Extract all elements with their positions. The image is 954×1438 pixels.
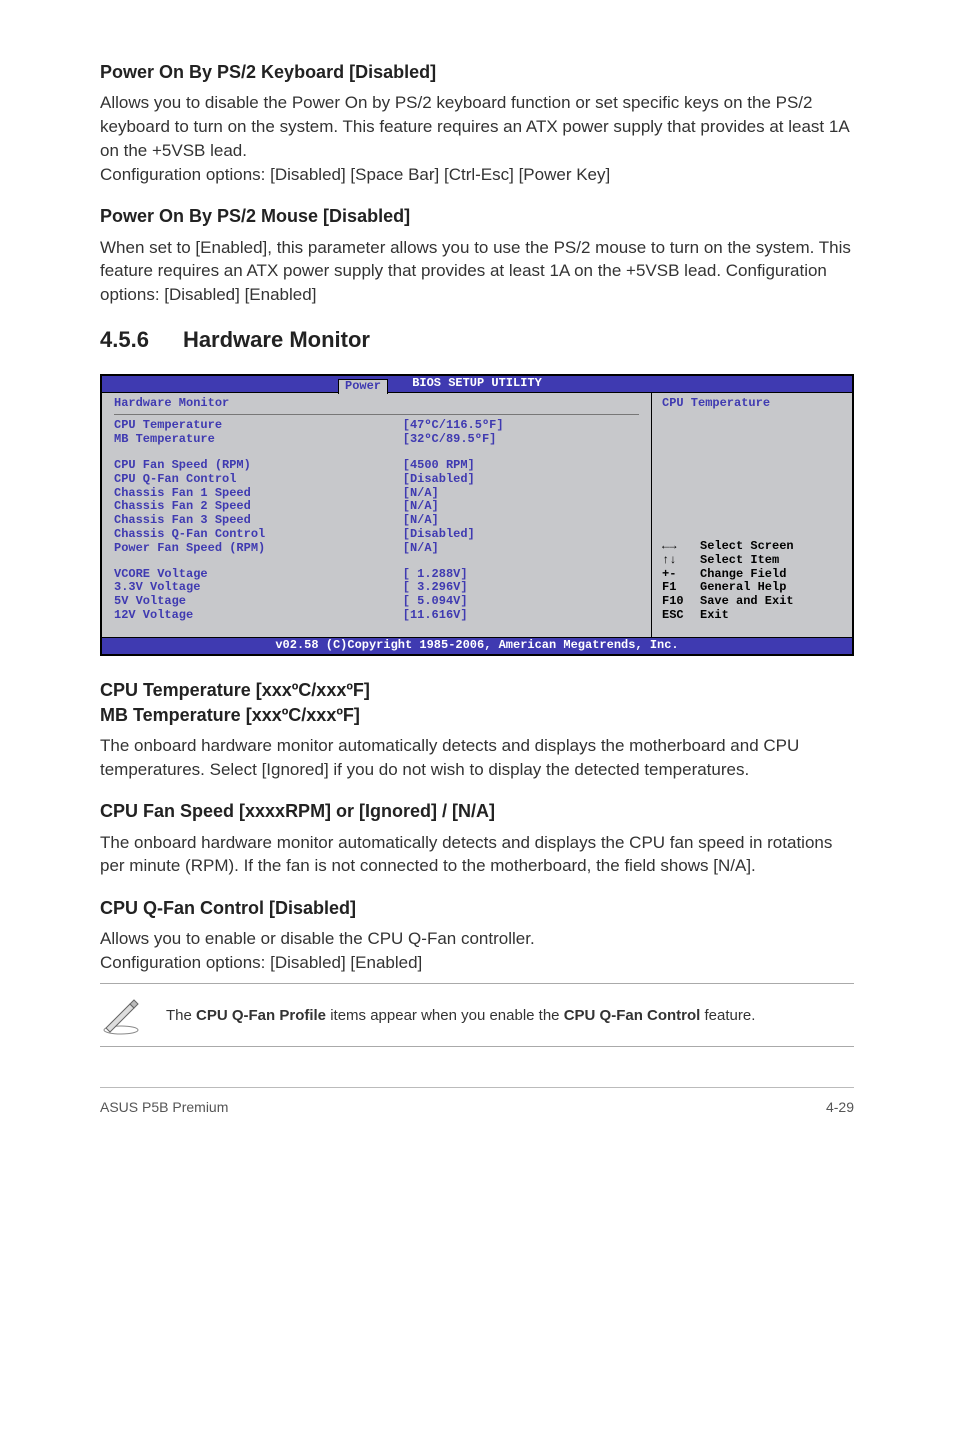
- note-text-bold: CPU Q-Fan Control: [564, 1007, 701, 1024]
- bios-row: Power Fan Speed (RPM)[N/A]: [114, 542, 639, 556]
- bios-value: [ 3.296V]: [403, 581, 639, 595]
- bios-row: Chassis Fan 1 Speed[N/A]: [114, 487, 639, 501]
- page-footer: ASUS P5B Premium 4-29: [100, 1087, 854, 1118]
- bios-help-text: Save and Exit: [700, 595, 794, 609]
- bios-value: [Disabled]: [403, 473, 639, 487]
- bios-label: Chassis Fan 3 Speed: [114, 514, 403, 528]
- heading-cpu-temperature: CPU Temperature [xxxºC/xxxºF]: [100, 678, 854, 703]
- bios-label: 12V Voltage: [114, 609, 403, 623]
- note-text: The CPU Q-Fan Profile items appear when …: [166, 1005, 755, 1026]
- paragraph: Allows you to disable the Power On by PS…: [100, 91, 854, 186]
- bios-label: 5V Voltage: [114, 595, 403, 609]
- note-text-part: feature.: [700, 1007, 755, 1024]
- bios-help-row: F1General Help: [662, 581, 842, 595]
- bios-value: [4500 RPM]: [403, 459, 639, 473]
- bios-row: 5V Voltage[ 5.094V]: [114, 595, 639, 609]
- bios-right-panel: CPU Temperature ←→Select Screen ↑↓Select…: [652, 393, 852, 637]
- bios-row: 3.3V Voltage[ 3.296V]: [114, 581, 639, 595]
- section-label: Hardware Monitor: [183, 327, 370, 352]
- bios-value: [47ºC/116.5ºF]: [403, 419, 639, 433]
- paragraph: When set to [Enabled], this parameter al…: [100, 236, 854, 307]
- section-heading: 4.5.6 Hardware Monitor: [100, 325, 854, 356]
- bios-value: [ 1.288V]: [403, 568, 639, 582]
- bios-label: Chassis Fan 1 Speed: [114, 487, 403, 501]
- paragraph: Allows you to enable or disable the CPU …: [100, 927, 854, 975]
- bios-label: CPU Temperature: [114, 419, 403, 433]
- bios-row: CPU Temperature[47ºC/116.5ºF]: [114, 419, 639, 433]
- bios-row: VCORE Voltage[ 1.288V]: [114, 568, 639, 582]
- bios-body: Hardware Monitor CPU Temperature[47ºC/11…: [102, 392, 852, 637]
- bios-help-key: ←→: [662, 540, 700, 554]
- bios-panel-title: Hardware Monitor: [114, 397, 639, 416]
- pencil-icon: [100, 994, 142, 1036]
- bios-row: CPU Q-Fan Control[Disabled]: [114, 473, 639, 487]
- bios-help-row: ESCExit: [662, 609, 842, 623]
- bios-value: [Disabled]: [403, 528, 639, 542]
- paragraph: The onboard hardware monitor automatical…: [100, 734, 854, 782]
- heading-cpu-qfan-control: CPU Q-Fan Control [Disabled]: [100, 896, 854, 921]
- bios-help-key: +-: [662, 568, 700, 582]
- bios-value: [ 5.094V]: [403, 595, 639, 609]
- section-number: 4.5.6: [100, 325, 149, 356]
- bios-help-block: ←→Select Screen ↑↓Select Item +-Change F…: [662, 540, 842, 623]
- bios-help-key: F1: [662, 581, 700, 595]
- note-text-part: The: [166, 1007, 196, 1024]
- bios-help-row: +-Change Field: [662, 568, 842, 582]
- bios-row: Chassis Fan 3 Speed[N/A]: [114, 514, 639, 528]
- bios-row: CPU Fan Speed (RPM)[4500 RPM]: [114, 459, 639, 473]
- bios-row: MB Temperature[32ºC/89.5ºF]: [114, 433, 639, 447]
- paragraph: The onboard hardware monitor automatical…: [100, 831, 854, 879]
- heading-cpu-fan-speed: CPU Fan Speed [xxxxRPM] or [Ignored] / […: [100, 799, 854, 824]
- heading-power-on-mouse: Power On By PS/2 Mouse [Disabled]: [100, 204, 854, 229]
- heading-power-on-keyboard: Power On By PS/2 Keyboard [Disabled]: [100, 60, 854, 85]
- bios-value: [11.616V]: [403, 609, 639, 623]
- bios-help-text: Select Item: [700, 554, 779, 568]
- bios-help-title: CPU Temperature: [662, 397, 842, 411]
- note-callout: The CPU Q-Fan Profile items appear when …: [100, 983, 854, 1047]
- note-text-bold: CPU Q-Fan Profile: [196, 1007, 326, 1024]
- bios-value: [32ºC/89.5ºF]: [403, 433, 639, 447]
- bios-label: Chassis Fan 2 Speed: [114, 500, 403, 514]
- bios-label: CPU Q-Fan Control: [114, 473, 403, 487]
- bios-value: [N/A]: [403, 487, 639, 501]
- bios-help-row: F10Save and Exit: [662, 595, 842, 609]
- footer-left: ASUS P5B Premium: [100, 1098, 228, 1118]
- bios-help-text: Select Screen: [700, 540, 794, 554]
- bios-value: [N/A]: [403, 542, 639, 556]
- note-text-part: items appear when you enable the: [326, 1007, 564, 1024]
- bios-label: CPU Fan Speed (RPM): [114, 459, 403, 473]
- bios-help-row: ↑↓Select Item: [662, 554, 842, 568]
- bios-help-text: Exit: [700, 609, 729, 623]
- bios-tab-power: Power: [338, 379, 388, 394]
- heading-mb-temperature: MB Temperature [xxxºC/xxxºF]: [100, 703, 854, 728]
- footer-right: 4-29: [826, 1098, 854, 1118]
- bios-footer: v02.58 (C)Copyright 1985-2006, American …: [102, 637, 852, 654]
- bios-help-row: ←→Select Screen: [662, 540, 842, 554]
- bios-label: Power Fan Speed (RPM): [114, 542, 403, 556]
- bios-help-text: Change Field: [700, 568, 786, 582]
- bios-title: BIOS SETUP UTILITY: [412, 376, 542, 390]
- bios-label: MB Temperature: [114, 433, 403, 447]
- bios-screenshot: BIOS SETUP UTILITY Power Hardware Monito…: [100, 374, 854, 656]
- bios-help-key: ↑↓: [662, 554, 700, 568]
- bios-row: Chassis Q-Fan Control[Disabled]: [114, 528, 639, 542]
- bios-help-key: ESC: [662, 609, 700, 623]
- bios-value: [N/A]: [403, 500, 639, 514]
- bios-header: BIOS SETUP UTILITY Power: [102, 376, 852, 392]
- bios-label: 3.3V Voltage: [114, 581, 403, 595]
- bios-help-key: F10: [662, 595, 700, 609]
- bios-label: Chassis Q-Fan Control: [114, 528, 403, 542]
- bios-value: [N/A]: [403, 514, 639, 528]
- bios-label: VCORE Voltage: [114, 568, 403, 582]
- bios-left-panel: Hardware Monitor CPU Temperature[47ºC/11…: [102, 393, 652, 637]
- bios-help-text: General Help: [700, 581, 786, 595]
- bios-row: Chassis Fan 2 Speed[N/A]: [114, 500, 639, 514]
- bios-row: 12V Voltage[11.616V]: [114, 609, 639, 623]
